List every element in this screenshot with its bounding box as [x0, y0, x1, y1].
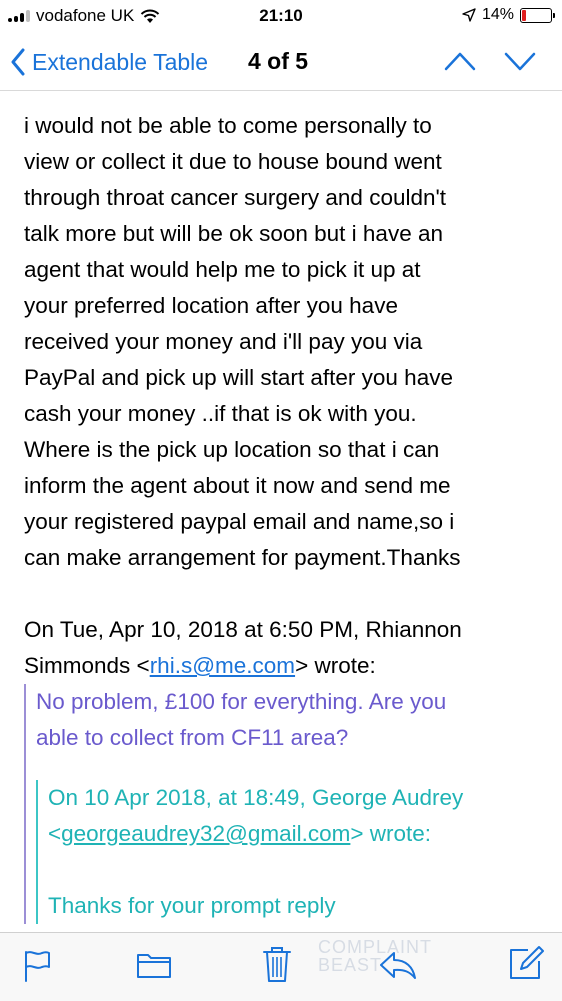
battery-fill [522, 9, 527, 21]
clipped-line [24, 90, 554, 108]
quote-line: Thanks for your prompt reply [48, 893, 336, 918]
status-right: 14% [462, 6, 555, 24]
trash-icon[interactable] [262, 945, 292, 983]
message-counter: 4 of 5 [248, 48, 309, 74]
back-button-label: Extendable Table [32, 48, 209, 75]
back-button[interactable]: Extendable Table [10, 48, 208, 76]
quote-attribution-line: On 10 Apr 2018, at 18:49, George Audrey [48, 785, 464, 810]
watermark-line: COMPLAINT [318, 937, 433, 957]
message-line: cash your money ..if that is ok with you… [24, 401, 417, 426]
chevron-up-icon[interactable] [444, 50, 476, 72]
flag-icon[interactable] [22, 949, 52, 983]
quote-line: able to collect from CF11 area? [36, 725, 349, 750]
attribution-suffix: > wrote: [295, 653, 376, 678]
message-line: agent that would help me to pick it up a… [24, 257, 421, 282]
quote-attribution-line: <georgeaudrey32@gmail.com> wrote: [48, 816, 554, 852]
attribution-line: Simmonds <rhi.s@me.com> wrote: [24, 648, 554, 684]
message-line: your preferred location after you have [24, 293, 398, 318]
message-line: received your money and i'll pay you via [24, 329, 423, 354]
compose-icon[interactable] [508, 945, 544, 981]
message-line: i would not be able to come personally t… [24, 113, 432, 138]
quoted-message-1: No problem, £100 for everything. Are you… [24, 684, 554, 924]
chevron-left-icon [11, 48, 25, 76]
reply-attribution: On Tue, Apr 10, 2018 at 6:50 PM, Rhianno… [24, 612, 554, 684]
chevron-down-icon[interactable] [504, 50, 536, 72]
attribution-prefix: < [48, 821, 62, 846]
message-line: PayPal and pick up will start after you … [24, 365, 453, 390]
attribution-prefix: Simmonds < [24, 653, 150, 678]
status-bar: vodafone UK 21:10 14% [0, 0, 562, 34]
watermark: COMPLAINT BEAST [318, 938, 432, 974]
battery-icon [520, 7, 555, 23]
message-paragraph: i would not be able to come personally t… [24, 108, 554, 576]
message-body: i would not be able to come personally t… [24, 90, 554, 930]
bottom-toolbar [0, 932, 562, 1001]
quote-line: No problem, £100 for everything. Are you [36, 689, 447, 714]
message-line: through throat cancer surgery and couldn… [24, 185, 447, 210]
location-arrow-icon [462, 8, 476, 22]
message-line: view or collect it due to house bound we… [24, 149, 442, 174]
message-line: talk more but will be ok soon but i have… [24, 221, 443, 246]
navigation-bar: Extendable Table 4 of 5 [0, 34, 562, 91]
message-line: Where is the pick up location so that i … [24, 437, 440, 462]
quoted-message-2: On 10 Apr 2018, at 18:49, George Audrey … [36, 780, 554, 924]
attribution-suffix: > wrote: [350, 821, 432, 846]
folder-icon[interactable] [136, 949, 172, 979]
message-line: can make arrangement for payment.Thanks [24, 545, 461, 570]
attribution-line: On Tue, Apr 10, 2018 at 6:50 PM, Rhianno… [24, 617, 462, 642]
message-line: your registered paypal email and name,so… [24, 509, 455, 534]
battery-percent: 14% [481, 6, 514, 23]
quote-email-link[interactable]: georgeaudrey32@gmail.com [61, 821, 350, 846]
sender-email-link[interactable]: rhi.s@me.com [150, 653, 295, 678]
watermark-line: BEAST [318, 955, 383, 975]
message-line: inform the agent about it now and send m… [24, 473, 451, 498]
